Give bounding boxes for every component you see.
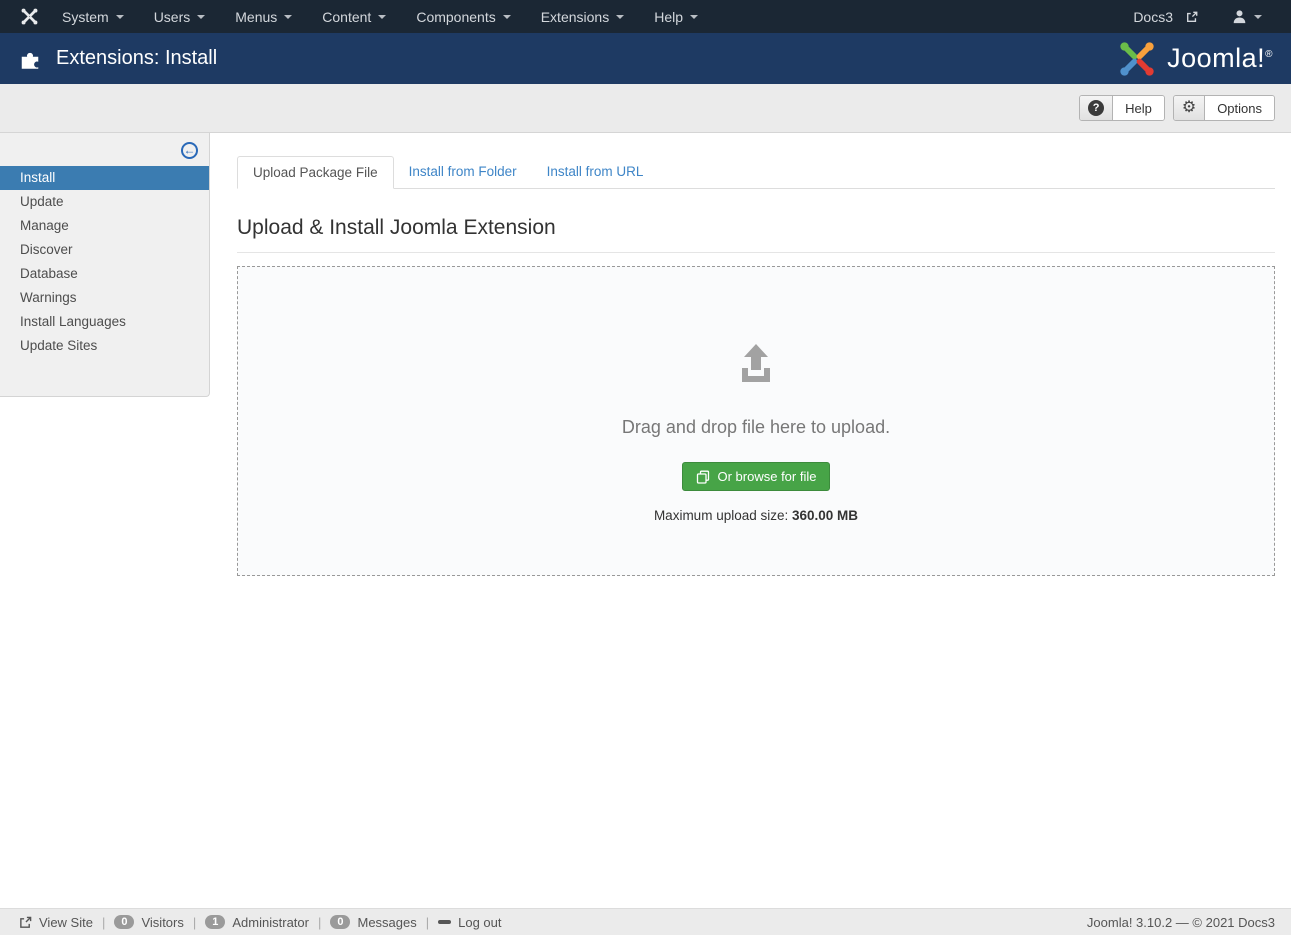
menu-system[interactable]: System [47, 0, 139, 33]
sidebar-item-update-sites[interactable]: Update Sites [0, 334, 209, 358]
page-header: Extensions: Install Joomla!® [0, 33, 1291, 84]
user-menu[interactable] [1217, 0, 1277, 33]
messages-count-badge: 0 [330, 915, 350, 929]
menu-menus[interactable]: Menus [220, 0, 307, 33]
max-upload-size: Maximum upload size: 360.00 MB [654, 508, 858, 523]
menu-users[interactable]: Users [139, 0, 221, 33]
browse-for-file-button[interactable]: Or browse for file [682, 462, 831, 491]
help-button[interactable]: Help [1079, 95, 1165, 121]
admin-menubar: System Users Menus Content Components Ex… [0, 0, 1291, 33]
menu-users-label: Users [154, 9, 191, 25]
administrator-label: Administrator [232, 915, 309, 930]
menu-help-label: Help [654, 9, 683, 25]
help-button-label: Help [1113, 96, 1164, 120]
options-button-label: Options [1205, 96, 1274, 120]
tab-install-from-folder[interactable]: Install from Folder [394, 156, 532, 189]
sidebar: Install Update Manage Discover Database … [0, 133, 210, 397]
puzzle-piece-icon [18, 47, 42, 71]
max-upload-size-value: 360.00 MB [792, 508, 858, 523]
joomla-logo-icon [1117, 39, 1157, 79]
menu-content[interactable]: Content [307, 0, 401, 33]
options-button[interactable]: Options [1173, 95, 1275, 121]
menu-extensions[interactable]: Extensions [526, 0, 639, 33]
external-link-icon [19, 916, 32, 929]
upload-icon [732, 341, 780, 387]
menu-help[interactable]: Help [639, 0, 713, 33]
menu-extensions-label: Extensions [541, 9, 609, 25]
administrator-status[interactable]: 1 Administrator [196, 915, 318, 930]
chevron-down-icon [616, 15, 624, 19]
chevron-down-icon [690, 15, 698, 19]
view-site-label: View Site [39, 915, 93, 930]
menu-menus-label: Menus [235, 9, 277, 25]
user-icon [1232, 9, 1247, 24]
external-link-icon [1186, 11, 1198, 23]
gear-icon [1174, 96, 1205, 120]
chevron-down-icon [503, 15, 511, 19]
menu-system-label: System [62, 9, 109, 25]
install-tabs: Upload Package File Install from Folder … [237, 156, 1275, 189]
joomla-logo: Joomla!® [1117, 39, 1273, 79]
site-preview-link[interactable]: Docs3 [1118, 0, 1213, 33]
section-heading: Upload & Install Joomla Extension [237, 216, 1275, 253]
page-title: Extensions: Install [56, 47, 217, 70]
site-name-label: Docs3 [1133, 9, 1173, 25]
toolbar: Help Options [0, 84, 1291, 133]
visitors-status[interactable]: 0 Visitors [105, 915, 193, 930]
sidebar-item-manage[interactable]: Manage [0, 214, 209, 238]
status-bar: View Site 0 Visitors 1 Administrator 0 M… [0, 908, 1291, 935]
messages-status[interactable]: 0 Messages [321, 915, 425, 930]
menu-content-label: Content [322, 9, 371, 25]
view-site-link[interactable]: View Site [10, 915, 102, 930]
chevron-down-icon [116, 15, 124, 19]
drag-drop-text: Drag and drop file here to upload. [622, 417, 890, 438]
chevron-down-icon [1254, 15, 1262, 19]
chevron-down-icon [197, 15, 205, 19]
menu-components[interactable]: Components [401, 0, 525, 33]
sidebar-item-database[interactable]: Database [0, 262, 209, 286]
sidebar-item-install-languages[interactable]: Install Languages [0, 310, 209, 334]
sidebar-item-update[interactable]: Update [0, 190, 209, 214]
chevron-down-icon [284, 15, 292, 19]
messages-label: Messages [357, 915, 416, 930]
main-content: Upload Package File Install from Folder … [237, 156, 1275, 576]
sidebar-item-install[interactable]: Install [0, 166, 209, 190]
administrator-count-badge: 1 [205, 915, 225, 929]
visitors-label: Visitors [141, 915, 183, 930]
joomla-logo-text: Joomla!® [1167, 43, 1273, 74]
joomla-mark-icon [14, 7, 47, 26]
collapse-sidebar-icon[interactable] [181, 142, 198, 159]
logout-icon [438, 920, 451, 924]
file-dropzone[interactable]: Drag and drop file here to upload. Or br… [237, 266, 1275, 576]
logout-link[interactable]: Log out [429, 915, 510, 930]
tab-upload-package-file[interactable]: Upload Package File [237, 156, 394, 189]
version-credit: Joomla! 3.10.2 — © 2021 Docs3 [1087, 915, 1281, 930]
browse-button-label: Or browse for file [718, 469, 817, 484]
visitors-count-badge: 0 [114, 915, 134, 929]
logout-label: Log out [458, 915, 501, 930]
sidebar-item-warnings[interactable]: Warnings [0, 286, 209, 310]
sidebar-item-discover[interactable]: Discover [0, 238, 209, 262]
chevron-down-icon [378, 15, 386, 19]
menu-components-label: Components [416, 9, 495, 25]
help-icon [1080, 96, 1113, 120]
tab-install-from-url[interactable]: Install from URL [532, 156, 659, 189]
file-copy-icon [696, 470, 710, 484]
